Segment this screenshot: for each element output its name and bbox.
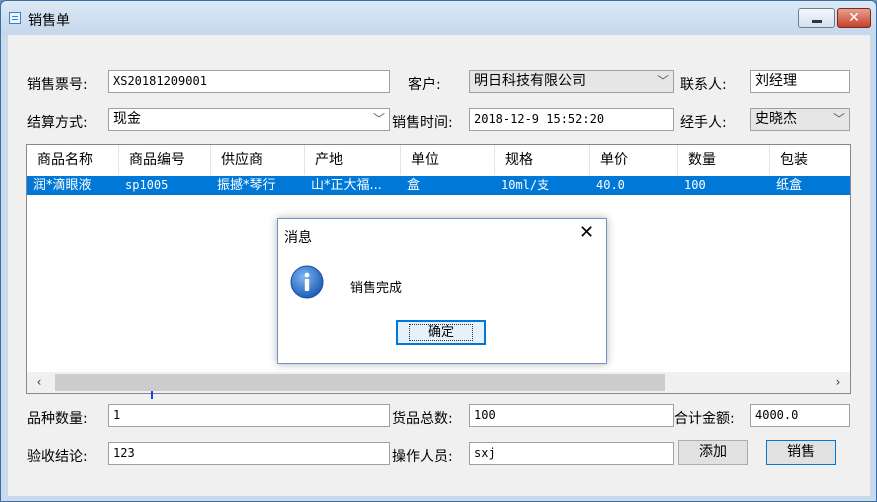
table-cell: 10ml/支	[501, 178, 550, 192]
table-cell: 润*滴眼液	[33, 178, 92, 193]
add-button[interactable]: 添加	[678, 440, 748, 465]
sales-window: 销售单 ✕ 销售票号: XS20181209001 客户: 明日科技有限公司 ﹀ …	[0, 0, 877, 502]
customer-select[interactable]: 明日科技有限公司 ﹀	[469, 70, 674, 93]
table-cell: 100	[684, 178, 706, 192]
chevron-down-icon: ﹀	[372, 112, 385, 126]
sell-button[interactable]: 销售	[766, 440, 836, 465]
table-cell: 振撼*琴行	[217, 178, 276, 193]
table-cell: 山*正大福...	[311, 178, 382, 193]
contact-label: 联系人:	[680, 77, 727, 93]
variety-label: 品种数量:	[27, 411, 88, 427]
window-app-icon	[9, 12, 21, 24]
column-header[interactable]: 商品名称	[27, 145, 119, 175]
table-cell: sp1005	[125, 178, 169, 192]
total-qty-label: 货品总数:	[392, 411, 453, 427]
title-bar[interactable]: 销售单 ✕	[1, 1, 876, 35]
column-header[interactable]: 单价	[590, 145, 678, 175]
table-cell: 40.0	[596, 178, 625, 192]
operator-label: 操作人员:	[392, 449, 453, 465]
variety-input[interactable]: 1	[108, 404, 390, 427]
contact-input[interactable]: 刘经理	[750, 70, 850, 93]
ok-button[interactable]: 确定	[396, 320, 486, 345]
handler-label: 经手人:	[680, 115, 727, 131]
table-cell: 纸盒	[776, 178, 803, 193]
column-header[interactable]: 包装	[770, 145, 850, 175]
handler-value: 史晓杰	[755, 111, 797, 127]
ok-button-label: 确定	[408, 324, 473, 341]
dialog-title: 消息	[284, 230, 312, 246]
customer-label: 客户:	[408, 77, 441, 93]
total-qty-input[interactable]: 100	[469, 404, 674, 427]
horizontal-scrollbar[interactable]: ‹ ›	[27, 372, 850, 393]
info-icon	[290, 265, 324, 299]
acceptance-input[interactable]: 123	[108, 442, 390, 465]
operator-input[interactable]: sxj	[469, 442, 674, 465]
column-header[interactable]: 单位	[401, 145, 495, 175]
minimize-button[interactable]	[798, 8, 835, 28]
customer-value: 明日科技有限公司	[474, 73, 586, 89]
acceptance-label: 验收结论:	[27, 449, 88, 465]
scroll-right-icon[interactable]: ›	[828, 372, 848, 393]
column-header[interactable]: 供应商	[211, 145, 305, 175]
table-row[interactable]: 润*滴眼液 sp1005 振撼*琴行 山*正大福... 盒 10ml/支 40.0 100 纸盒	[27, 176, 850, 195]
total-amount-label: 合计金额:	[674, 411, 735, 427]
window-title: 销售单	[28, 13, 70, 29]
column-header[interactable]: 商品编号	[119, 145, 211, 175]
ticket-label: 销售票号:	[27, 77, 88, 93]
total-amount-input[interactable]: 4000.0	[750, 404, 850, 427]
settlement-value: 现金	[113, 111, 141, 127]
scroll-left-icon[interactable]: ‹	[29, 372, 49, 393]
column-header[interactable]: 规格	[495, 145, 590, 175]
chevron-down-icon: ﹀	[656, 74, 669, 88]
settlement-label: 结算方式:	[27, 115, 88, 131]
dialog-close-icon[interactable]: ✕	[579, 221, 594, 245]
handler-select[interactable]: 史晓杰 ﹀	[750, 108, 850, 131]
message-dialog: 消息 ✕ 销售完成 确定	[277, 218, 607, 364]
minimize-icon	[812, 20, 822, 23]
time-input[interactable]: 2018-12-9 15:52:20	[469, 108, 674, 131]
table-cell: 盒	[407, 178, 421, 193]
column-header[interactable]: 数量	[678, 145, 770, 175]
close-button[interactable]: ✕	[837, 8, 871, 28]
chevron-down-icon: ﹀	[832, 112, 845, 126]
column-header[interactable]: 产地	[305, 145, 401, 175]
settlement-select[interactable]: 现金 ﹀	[108, 108, 390, 131]
text-cursor-marker	[151, 391, 153, 399]
dialog-message: 销售完成	[350, 281, 403, 296]
ticket-input[interactable]: XS20181209001	[108, 70, 390, 93]
scroll-thumb[interactable]	[55, 374, 665, 391]
time-label: 销售时间:	[392, 115, 453, 131]
close-icon: ✕	[848, 10, 860, 26]
